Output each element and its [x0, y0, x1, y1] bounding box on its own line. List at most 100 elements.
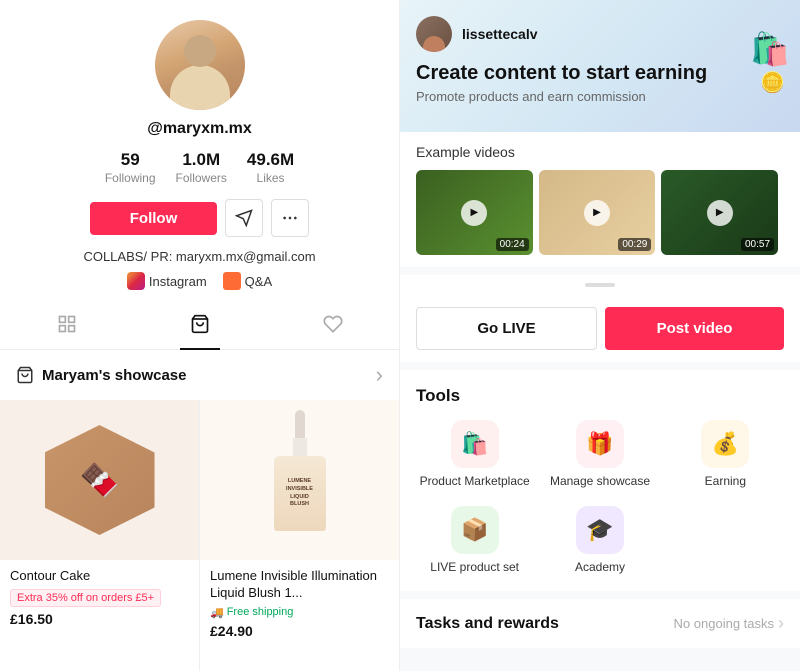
free-shipping-badge: 🚚 Free shipping: [210, 606, 389, 619]
qa-label: Q&A: [245, 274, 272, 289]
instagram-label: Instagram: [149, 274, 207, 289]
stat-likes: 49.6M Likes: [247, 150, 294, 185]
showcase-title-row: Maryam's showcase: [16, 366, 186, 384]
heart-decoration: 🍫: [80, 461, 120, 499]
product-card-1[interactable]: 🍫 Contour Cake Extra 35% off on orders £…: [0, 400, 199, 671]
video-duration-3: 00:57: [741, 238, 774, 251]
lumene-bottle-image: LUMENEINVISIBLELIQUIDBLUSH: [265, 410, 335, 550]
truck-icon: 🚚: [210, 606, 224, 619]
product-price-1: £16.50: [10, 611, 189, 627]
avatar: [155, 20, 245, 110]
stat-following: 59 Following: [105, 150, 156, 185]
tab-shop[interactable]: [170, 304, 230, 349]
actions-row: Follow: [90, 199, 310, 237]
play-button-1: ▶: [461, 200, 487, 226]
coin-icon: 🪙: [760, 70, 790, 95]
products-grid: 🍫 Contour Cake Extra 35% off on orders £…: [0, 400, 399, 671]
post-video-button[interactable]: Post video: [605, 307, 784, 350]
showcase-header[interactable]: Maryam's showcase ›: [0, 350, 399, 400]
earning-label: Earning: [705, 474, 746, 490]
video-duration-2: 00:29: [618, 238, 651, 251]
discount-badge-1: Extra 35% off on orders £5+: [10, 589, 161, 607]
left-panel: @maryxm.mx 59 Following 1.0M Followers 4…: [0, 0, 400, 671]
follow-button[interactable]: Follow: [90, 202, 218, 235]
tasks-status: No ongoing tasks ›: [674, 613, 784, 634]
creator-name: lissettecalv: [462, 26, 538, 42]
showcase-chevron-icon: ›: [376, 362, 383, 388]
more-options-button[interactable]: [271, 199, 309, 237]
product-image-2: LUMENEINVISIBLELIQUIDBLUSH: [200, 400, 399, 560]
tasks-section[interactable]: Tasks and rewards No ongoing tasks ›: [400, 599, 800, 648]
likes-count: 49.6M: [247, 150, 294, 170]
product-name-1: Contour Cake: [10, 568, 189, 585]
tool-product-marketplace[interactable]: 🛍️ Product Marketplace: [416, 420, 533, 490]
product-card-2[interactable]: LUMENEINVISIBLELIQUIDBLUSH Lumene Invisi…: [200, 400, 399, 671]
stats-row: 59 Following 1.0M Followers 49.6M Likes: [105, 150, 294, 185]
bag-icon: 🛍️: [750, 30, 790, 68]
academy-label: Academy: [575, 560, 625, 576]
followers-label: Followers: [176, 171, 227, 185]
instagram-link[interactable]: Instagram: [127, 272, 207, 290]
product-info-2: Lumene Invisible Illumination Liquid Blu…: [200, 560, 399, 647]
showcase-icon: [16, 366, 34, 384]
earning-icon: 💰: [701, 420, 749, 468]
message-button[interactable]: [225, 199, 263, 237]
tool-manage-showcase[interactable]: 🎁 Manage showcase: [541, 420, 658, 490]
video-duration-1: 00:24: [496, 238, 529, 251]
social-links: Instagram Q&A: [127, 272, 272, 290]
tasks-chevron-icon: ›: [778, 613, 784, 634]
creator-card-top: lissettecalv: [416, 16, 784, 52]
following-count: 59: [121, 150, 140, 170]
academy-icon: 🎓: [576, 506, 624, 554]
scroll-indicator: [400, 275, 800, 295]
video-thumb-3[interactable]: ▶ 00:57: [661, 170, 778, 255]
manage-showcase-icon: 🎁: [576, 420, 624, 468]
product-info-1: Contour Cake Extra 35% off on orders £5+…: [0, 560, 199, 635]
following-label: Following: [105, 171, 156, 185]
qa-icon: [223, 272, 241, 290]
username: @maryxm.mx: [147, 120, 252, 138]
creator-card: lissettecalv Create content to start ear…: [400, 0, 800, 132]
tool-earning[interactable]: 💰 Earning: [667, 420, 784, 490]
product-image-1: 🍫: [0, 400, 199, 560]
videos-row: ▶ 00:24 ▶ 00:29 ▶ 00:57: [416, 170, 784, 255]
tool-academy[interactable]: 🎓 Academy: [541, 506, 658, 576]
product-name-2: Lumene Invisible Illumination Liquid Blu…: [210, 568, 389, 602]
product-marketplace-label: Product Marketplace: [420, 474, 530, 490]
bio-text: COLLABS/ PR: maryxm.mx@gmail.com: [83, 249, 315, 264]
go-live-button[interactable]: Go LIVE: [416, 307, 597, 350]
stat-followers: 1.0M Followers: [176, 150, 227, 185]
scroll-dot: [585, 283, 615, 287]
live-product-set-label: LIVE product set: [430, 560, 519, 576]
earn-subtitle: Promote products and earn commission: [416, 89, 784, 104]
bottle-label: LUMENEINVISIBLELIQUIDBLUSH: [286, 478, 313, 509]
example-videos-section: Example videos ▶ 00:24 ▶ 00:29 ▶ 00:57: [400, 132, 800, 267]
video-thumb-2[interactable]: ▶ 00:29: [539, 170, 656, 255]
example-videos-label: Example videos: [416, 144, 784, 160]
earn-title: Create content to start earning: [416, 62, 784, 85]
tasks-title: Tasks and rewards: [416, 615, 559, 633]
product-marketplace-icon: 🛍️: [451, 420, 499, 468]
tools-grid: 🛍️ Product Marketplace 🎁 Manage showcase…: [416, 420, 784, 575]
instagram-icon: [127, 272, 145, 290]
live-product-set-icon: 📦: [451, 506, 499, 554]
avatar-image: [155, 20, 245, 110]
tool-live-product-set[interactable]: 📦 LIVE product set: [416, 506, 533, 576]
manage-showcase-label: Manage showcase: [550, 474, 650, 490]
showcase-title: Maryam's showcase: [42, 367, 186, 384]
tab-grid[interactable]: [37, 304, 97, 349]
creator-avatar: [416, 16, 452, 52]
tools-section: Tools 🛍️ Product Marketplace 🎁 Manage sh…: [400, 370, 800, 591]
play-button-2: ▶: [584, 200, 610, 226]
video-thumb-1[interactable]: ▶ 00:24: [416, 170, 533, 255]
product-price-2: £24.90: [210, 623, 389, 639]
tools-title: Tools: [416, 386, 784, 406]
play-button-3: ▶: [707, 200, 733, 226]
profile-tabs: [0, 304, 399, 350]
bio-section: COLLABS/ PR: maryxm.mx@gmail.com: [83, 249, 315, 264]
contour-cake-image: 🍫: [45, 425, 155, 535]
followers-count: 1.0M: [182, 150, 220, 170]
tab-liked[interactable]: [303, 304, 363, 349]
qa-link[interactable]: Q&A: [223, 272, 272, 290]
decorative-icons: 🛍️ 🪙: [750, 30, 790, 95]
